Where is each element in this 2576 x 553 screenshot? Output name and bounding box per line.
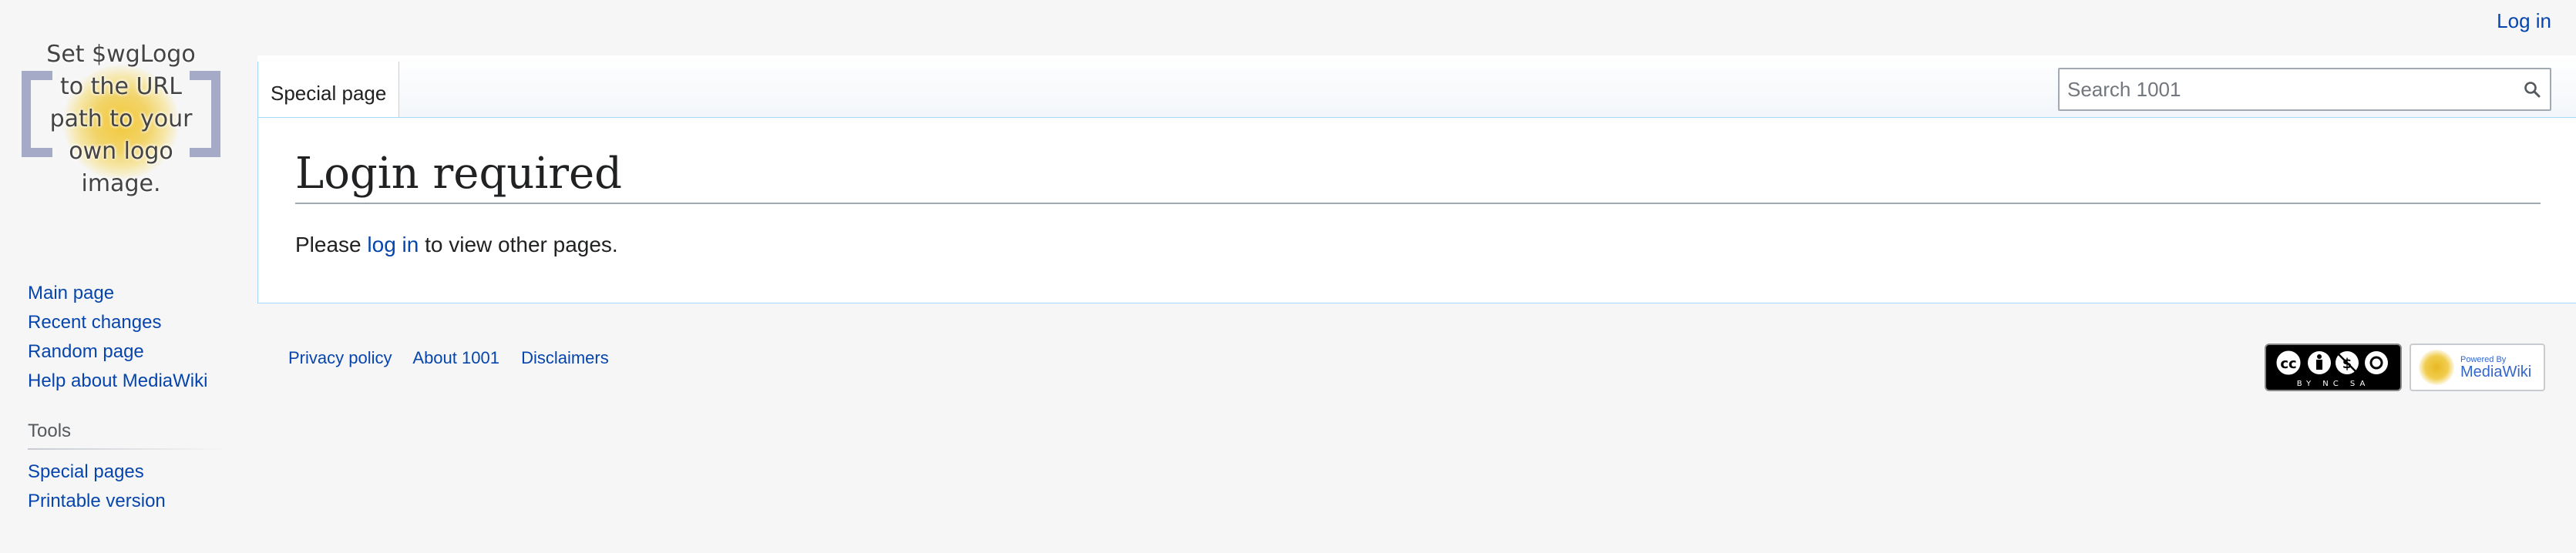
search-input[interactable] [2060,69,2514,109]
footer-links: Privacy policy About 1001 Disclaimers [288,348,626,368]
sidebar-item-main-page[interactable]: Main page [28,279,228,308]
logo-text-line: image. [81,170,161,197]
powered-by-small: Powered By [2460,354,2507,364]
tab-label: Special page [271,82,387,105]
footer-about-link[interactable]: About 1001 [412,348,499,367]
logo-text-line: path to your [49,106,193,132]
powered-by-big: MediaWiki [2460,363,2532,380]
personal-tools: Log in [2497,9,2551,33]
login-link[interactable]: Log in [2497,9,2551,32]
sidebar-item-printable-version[interactable]: Printable version [28,487,228,516]
search-box [2058,68,2551,111]
cc-label: BY NC SA [2296,379,2370,388]
mediawiki-flower-icon [2419,350,2454,385]
body-text: Please log in to view other pages. [295,230,2541,260]
cc-icons: cc $ [2274,348,2388,377]
sidebar-item-random-page[interactable]: Random page [28,337,228,367]
logo-text-line: Set $wgLogo [46,41,196,68]
powered-by-mediawiki-badge[interactable]: Powered By MediaWiki [2410,344,2545,391]
login-inline-link[interactable]: log in [367,233,419,256]
footer-privacy-link[interactable]: Privacy policy [288,348,392,367]
tab-special-page[interactable]: Special page [257,62,400,117]
sidebar-item-special-pages[interactable]: Special pages [28,457,228,487]
sidebar-item-help[interactable]: Help about MediaWiki [28,367,228,396]
site-logo[interactable]: Set $wgLogo to the URL path to your own … [17,34,225,203]
footer-disclaimers-link[interactable]: Disclaimers [521,348,609,367]
powered-by-text: Powered By MediaWiki [2460,354,2532,380]
sidebar-item-recent-changes[interactable]: Recent changes [28,308,228,337]
main-content: Login required Please log in to view oth… [257,117,2576,303]
search-icon[interactable] [2514,69,2550,109]
svg-text:cc: cc [2280,356,2296,372]
logo-placeholder-text: Set $wgLogo to the URL path to your own … [17,39,225,200]
logo-text-line: own logo [69,138,173,165]
sidebar: Main page Recent changes Random page Hel… [28,279,228,516]
tools-heading: Tools [28,419,228,450]
body-prefix: Please [295,233,368,256]
page-title: Login required [295,147,2541,204]
logo-text-line: to the URL [60,73,182,100]
cc-license-badge[interactable]: cc $ BY NC SA [2265,344,2402,391]
body-suffix: to view other pages. [419,233,618,256]
